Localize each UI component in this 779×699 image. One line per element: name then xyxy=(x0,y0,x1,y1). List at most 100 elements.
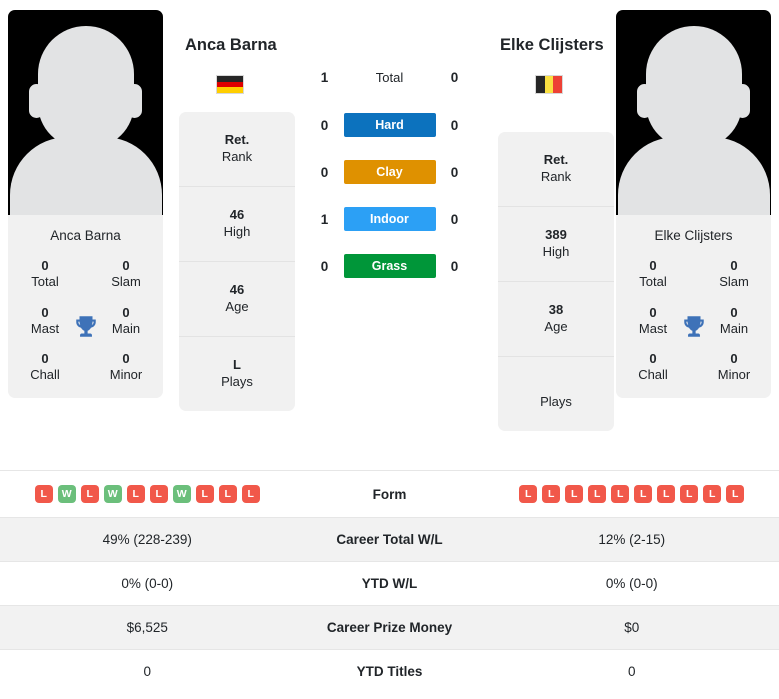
surface-badge-clay[interactable]: Clay xyxy=(343,160,436,184)
right-flag-row xyxy=(490,55,608,94)
h2h-left-score: 0 xyxy=(320,258,329,274)
right-plays: Plays xyxy=(498,357,614,431)
form-badge-w[interactable]: W xyxy=(103,485,122,503)
right-form-badges: LLLLLLLLLL xyxy=(493,485,772,503)
titles-row: 0 Total 0 Slam xyxy=(626,258,761,291)
h2h-row-hard: 0 Hard 0 xyxy=(289,113,490,137)
h2h-left-score: 0 xyxy=(320,164,329,180)
flag-stripe xyxy=(553,76,562,93)
title-value: 0 xyxy=(649,351,657,366)
rank-value xyxy=(502,377,610,394)
belgium-flag xyxy=(535,75,563,94)
form-badge-l[interactable]: L xyxy=(565,485,584,503)
title-main-left: 0 Main xyxy=(99,305,153,338)
rank-value: 389 xyxy=(545,226,567,242)
title-label: Chall xyxy=(638,367,668,383)
h2h-row-clay: 0 Clay 0 xyxy=(289,160,490,184)
table-row: L W L W L L W L L L Form L L L L L L L L L L xyxy=(0,470,779,518)
left-player-photo xyxy=(8,10,163,215)
right-rank-card: Ret. Rank 389 High 38 Age Plays xyxy=(498,132,614,431)
rank-label: Age xyxy=(225,298,249,314)
title-label: Slam xyxy=(111,274,141,290)
h2h-row-indoor: 1 Indoor 0 xyxy=(289,207,490,231)
left-plays: L Plays xyxy=(179,337,295,411)
table-row: 0 YTD Titles 0 xyxy=(0,649,779,694)
rank-label: High xyxy=(542,243,570,259)
rank-value: 46 xyxy=(229,281,245,297)
left-stat-cell: 0% (0-0) xyxy=(121,576,174,591)
rank-label: High xyxy=(223,223,251,239)
title-minor-left: 0 Minor xyxy=(99,351,153,384)
stat-label: YTD Titles xyxy=(356,664,423,679)
title-chall-left: 0 Chall xyxy=(18,351,72,384)
left-rank-current: Ret. Rank xyxy=(179,112,295,187)
right-stat-cell: LLLLLLLLLL xyxy=(485,471,779,518)
player-comparison-panels: Anca Barna 0 Total 0 Slam 0 Mast 0 Main … xyxy=(0,0,779,470)
right-titles-grid: 0 Total 0 Slam 0 Mast 0 Main 0 Chall 0 M… xyxy=(616,254,771,398)
form-badge-l[interactable]: L xyxy=(634,485,653,503)
form-badge-l[interactable]: L xyxy=(218,485,237,503)
rank-value: Ret. xyxy=(543,152,569,167)
left-stat-cell: 49% (228-239) xyxy=(102,532,192,547)
titles-row: 0 Total 0 Slam xyxy=(18,258,153,291)
form-badge-l[interactable]: L xyxy=(703,485,722,503)
surface-badge-hard[interactable]: Hard xyxy=(343,113,436,137)
rank-value: 38 xyxy=(548,301,564,317)
title-label: Mast xyxy=(30,320,60,336)
right-age: 38 Age xyxy=(498,282,614,357)
title-value: 0 xyxy=(41,351,49,366)
title-label: Main xyxy=(719,320,749,336)
rank-label: Rank xyxy=(540,169,572,184)
right-stat-cell: 12% (2-15) xyxy=(598,532,666,547)
title-minor-right: 0 Minor xyxy=(707,351,761,384)
right-player-photo xyxy=(616,10,771,215)
form-badge-l[interactable]: L xyxy=(126,485,145,503)
title-label: Main xyxy=(111,320,141,336)
title-chall-right: 0 Chall xyxy=(626,351,680,384)
left-info-column: Anca Barna Ret. Rank 46 High 46 Age L Pl… xyxy=(171,10,295,411)
left-age: 46 Age xyxy=(179,262,295,337)
title-value: 0 xyxy=(730,304,738,320)
right-stat-cell: 0 xyxy=(627,664,636,679)
right-player-card[interactable]: Elke Clijsters 0 Total 0 Slam 0 Mast 0 M… xyxy=(616,10,771,398)
rank-label: Plays xyxy=(221,373,253,389)
stat-label: Form xyxy=(372,486,407,502)
title-mast-right: 0 Mast xyxy=(626,305,680,338)
trophy-icon xyxy=(75,315,96,337)
form-badge-l[interactable]: L xyxy=(611,485,630,503)
avatar-silhouette-ear-right xyxy=(735,84,750,118)
form-badge-l[interactable]: L xyxy=(241,485,260,503)
form-badge-l[interactable]: L xyxy=(657,485,676,503)
form-badge-l[interactable]: L xyxy=(680,485,699,503)
title-label: Minor xyxy=(109,367,143,383)
form-badge-w[interactable]: W xyxy=(172,485,191,503)
left-stat-cell: $6,525 xyxy=(126,620,168,635)
stat-label: Career Prize Money xyxy=(326,620,453,635)
form-badge-l[interactable]: L xyxy=(195,485,214,503)
flag-stripe xyxy=(536,76,545,93)
title-value: 0 xyxy=(41,258,49,273)
form-badge-l[interactable]: L xyxy=(542,485,561,503)
title-value: 0 xyxy=(649,304,657,320)
h2h-right-score: 0 xyxy=(450,117,459,133)
form-badge-l[interactable]: L xyxy=(588,485,607,503)
avatar-silhouette-ear-right xyxy=(127,84,142,118)
avatar-silhouette-head xyxy=(37,26,134,148)
form-badge-l[interactable]: L xyxy=(519,485,538,503)
surface-badge-grass[interactable]: Grass xyxy=(343,254,436,278)
h2h-left-score: 1 xyxy=(320,211,329,227)
title-label: Minor xyxy=(717,367,751,383)
h2h-right-score: 0 xyxy=(450,164,459,180)
form-badge-l[interactable]: L xyxy=(34,485,53,503)
titles-row: 0 Chall 0 Minor xyxy=(626,351,761,384)
surface-badge-indoor[interactable]: Indoor xyxy=(343,207,436,231)
form-badge-w[interactable]: W xyxy=(57,485,76,503)
left-player-caption: Anca Barna xyxy=(50,228,121,243)
left-rank-high: 46 High xyxy=(179,187,295,262)
form-badge-l[interactable]: L xyxy=(149,485,168,503)
form-badge-l[interactable]: L xyxy=(80,485,99,503)
form-badge-l[interactable]: L xyxy=(726,485,745,503)
title-total-right: 0 Total xyxy=(626,258,680,291)
title-value: 0 xyxy=(41,304,49,320)
left-player-card[interactable]: Anca Barna 0 Total 0 Slam 0 Mast 0 Main … xyxy=(8,10,163,398)
